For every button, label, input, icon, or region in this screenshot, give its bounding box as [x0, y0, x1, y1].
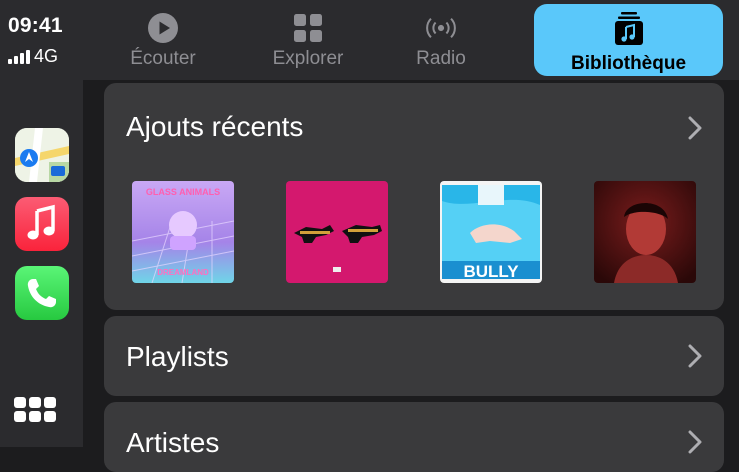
artists-row[interactable]: Artistes	[104, 402, 724, 472]
playlists-row[interactable]: Playlists	[104, 316, 724, 396]
album-cover[interactable]: GLASS ANIMALS DREAMLAND	[132, 181, 234, 283]
chevron-right-icon	[688, 344, 702, 368]
maps-app-icon[interactable]	[15, 128, 69, 182]
album-cover-title: BULLY	[463, 262, 519, 281]
tab-label: Bibliothèque	[570, 53, 687, 74]
tab-ecouter[interactable]: Écouter	[115, 0, 211, 80]
recent-additions-card[interactable]: Ajouts récents GLASS ANIMALS DREAMLAND B…	[104, 83, 724, 310]
phone-app-icon[interactable]	[15, 266, 69, 320]
play-circle-icon	[146, 11, 180, 45]
signal-bars-icon	[8, 49, 30, 64]
network-label: 4G	[34, 46, 59, 66]
status-signal: 4G	[8, 46, 58, 67]
status-time: 09:41	[8, 14, 63, 37]
section-title: Artistes	[126, 427, 220, 458]
album-cover-subtitle: DREAMLAND	[157, 268, 209, 277]
album-cover-title: GLASS ANIMALS	[146, 187, 220, 197]
tab-bar: Écouter Explorer Radio Bibliothèque	[83, 0, 739, 80]
album-cover[interactable]	[286, 181, 388, 283]
app-grid-icon[interactable]	[14, 397, 56, 422]
tab-bibliotheque[interactable]: Bibliothèque	[534, 4, 723, 76]
album-cover[interactable]	[594, 181, 696, 283]
tab-label: Explorer	[272, 48, 344, 69]
broadcast-icon	[424, 11, 458, 45]
library-content: Ajouts récents GLASS ANIMALS DREAMLAND B…	[83, 80, 739, 472]
tab-radio[interactable]: Radio	[403, 0, 479, 80]
chevron-right-icon	[688, 430, 702, 454]
album-cover[interactable]: BULLY	[440, 181, 542, 283]
music-app-icon[interactable]	[15, 197, 69, 251]
sidebar: 09:41 4G	[0, 0, 83, 447]
grid-squares-icon	[291, 11, 325, 45]
section-title: Ajouts récents	[126, 111, 304, 142]
tab-label: Écouter	[130, 48, 196, 69]
section-title: Playlists	[126, 341, 229, 372]
library-music-icon	[614, 12, 644, 51]
tab-explorer[interactable]: Explorer	[254, 0, 362, 80]
chevron-right-icon	[688, 116, 702, 140]
tab-label: Radio	[416, 48, 466, 69]
